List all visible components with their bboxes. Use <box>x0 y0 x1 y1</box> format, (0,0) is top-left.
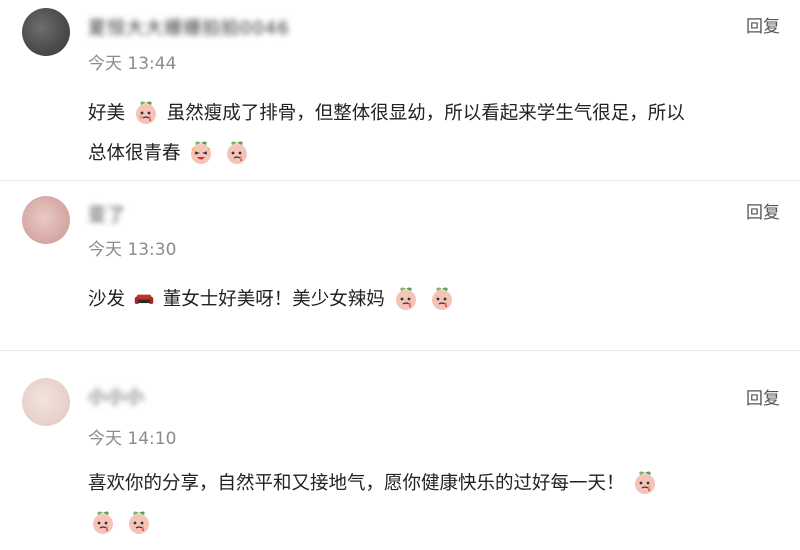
peach-cry-emoji-icon <box>227 141 248 164</box>
peach-cry-emoji-icon <box>635 471 656 494</box>
comment-item: 亚了 今天 13:30 回复 沙发 董女士好美呀！美少女辣妈 <box>0 182 800 350</box>
peach-laugh-emoji-icon <box>191 141 212 164</box>
comment-text: 总体很青春 <box>88 143 181 164</box>
comment-text: 沙发 <box>88 289 126 310</box>
comment-text: 好美 <box>88 103 126 124</box>
peach-cry-emoji-icon <box>431 287 452 310</box>
reply-button[interactable]: 回复 <box>746 198 780 223</box>
comment-item: 夏恒大大姗姗拍拍0046 今天 13:44 回复 好美 虽然瘦成了排骨，但整体很… <box>0 0 800 182</box>
comment-text-line: 喜欢你的分享，自然平和又接地气，愿你健康快乐的过好每一天！ <box>88 469 660 497</box>
reply-button[interactable]: 回复 <box>746 12 780 37</box>
username[interactable]: 小小小 <box>88 383 145 408</box>
peach-cry-emoji-icon <box>135 101 156 124</box>
comment-text-line <box>88 509 154 537</box>
comment-text-line: 好美 虽然瘦成了排骨，但整体很显幼，所以看起来学生气很足，所以 <box>88 99 685 127</box>
username[interactable]: 亚了 <box>88 201 126 226</box>
comment-text: 虽然瘦成了排骨，但整体很显幼，所以看起来学生气很足，所以 <box>166 103 685 124</box>
comment-text: 喜欢你的分享，自然平和又接地气，愿你健康快乐的过好每一天！ <box>88 473 625 494</box>
avatar[interactable] <box>22 378 70 426</box>
peach-cry-emoji-icon <box>395 287 416 310</box>
comment-time: 今天 13:30 <box>88 240 177 260</box>
divider <box>0 350 800 351</box>
reply-button[interactable]: 回复 <box>746 384 780 409</box>
divider <box>0 180 800 181</box>
username[interactable]: 夏恒大大姗姗拍拍0046 <box>88 14 290 39</box>
peach-cry-emoji-icon <box>93 511 113 534</box>
avatar[interactable] <box>22 8 70 56</box>
comment-time: 今天 13:44 <box>88 54 177 74</box>
peach-cry-emoji-icon <box>128 511 149 534</box>
comment-text-line: 总体很青春 <box>88 139 252 167</box>
avatar[interactable] <box>22 196 70 244</box>
sofa-icon <box>134 294 154 304</box>
comment-time: 今天 14:10 <box>88 429 177 449</box>
comment-text: 董女士好美呀！美少女辣妈 <box>162 289 385 310</box>
comment-text-line: 沙发 董女士好美呀！美少女辣妈 <box>88 285 457 313</box>
comment-item: 小小小 今天 14:10 回复 喜欢你的分享，自然平和又接地气，愿你健康快乐的过… <box>0 352 800 550</box>
